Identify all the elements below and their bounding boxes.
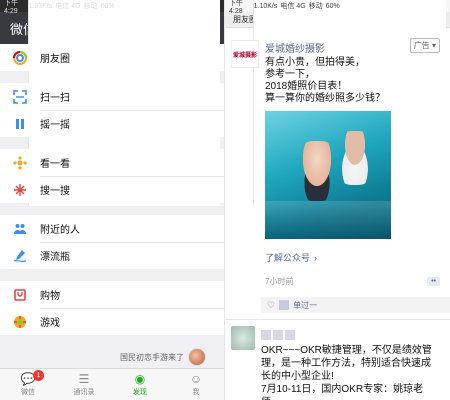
tab-label: 发现 xyxy=(133,388,147,396)
shake-icon xyxy=(12,116,28,132)
likes-names[interactable]: 单过一 xyxy=(293,300,317,311)
tab-contacts[interactable]: ☰ 通讯录 xyxy=(56,369,112,400)
menu-group: 购物 游戏 xyxy=(0,281,224,335)
post-photo[interactable] xyxy=(265,111,391,239)
game-ad[interactable]: 国民初恋手游来了 xyxy=(120,348,206,366)
post-meta: 7小时前 •• xyxy=(265,276,440,287)
contacts-icon: ☰ xyxy=(78,371,90,386)
ad-tag-label: 广告 xyxy=(413,41,430,50)
status-battery: 60% xyxy=(325,2,340,10)
post-time: 7小时前 xyxy=(265,277,294,286)
menu-group: 看一看 搜一搜 xyxy=(0,149,224,203)
moments-icon xyxy=(12,50,28,66)
status-net-speed: 1.10K/s xyxy=(253,2,278,10)
menu-item-games[interactable]: 游戏 xyxy=(0,308,224,335)
menu-group: 扫一扫 摇一摇 xyxy=(0,83,224,137)
chevron-right-icon: › xyxy=(314,252,318,263)
menu-item-label: 摇一摇 xyxy=(40,120,70,131)
blurred-author[interactable] xyxy=(261,330,440,340)
menu-item-scan[interactable]: 扫一扫 xyxy=(0,83,224,110)
menu-item-people-nearby[interactable]: 附近的人 xyxy=(0,215,224,242)
status-mobile: 移动 xyxy=(308,3,323,10)
status-bar: 下午4:29 1.93K/s 电信 4G 移动 60% xyxy=(0,0,224,206)
photo-figure-groom xyxy=(335,131,375,185)
discover-icon: ◉ xyxy=(134,371,146,386)
status-carrier: 电信 4G xyxy=(55,3,81,10)
screenshot-root: 下午4:29 1.93K/s 电信 4G 移动 60% 微信(1) + xyxy=(0,0,450,400)
bottle-icon xyxy=(12,248,28,264)
menu-item-top-stories[interactable]: 看一看 xyxy=(0,149,224,176)
bottom-tab-bar: 💬 1 微信 ☰ 通讯录 ◉ 发现 ☺ 我 xyxy=(0,368,224,400)
top-stories-icon xyxy=(12,155,28,171)
likes-bar: ♡ 单过一 xyxy=(261,297,450,313)
status-time: 下午4:28 xyxy=(229,0,243,15)
tab-label: 通讯录 xyxy=(73,388,95,396)
tab-label: 我 xyxy=(192,388,200,396)
games-icon xyxy=(12,314,28,330)
discover-menu: 朋友圈 扫一扫 摇一摇 看一看 搜一搜 附近的人 漂流瓶 购物 游戏 xyxy=(0,44,224,347)
photo-figure-bride xyxy=(295,141,339,201)
status-net-speed: 1.93K/s xyxy=(28,2,53,10)
status-time: 下午4:29 xyxy=(4,0,18,15)
menu-item-label: 看一看 xyxy=(40,159,70,170)
feed-post: OKR~~~OKR敏捷管理，不仅是绩效管理，是一种工作方法，特别适合快速成长的中… xyxy=(225,320,450,400)
blurred-name xyxy=(279,300,290,310)
menu-item-shopping[interactable]: 购物 xyxy=(0,281,224,308)
menu-item-label: 朋友圈 xyxy=(40,54,70,65)
ad-post: 爱城摄影 爱城婚纱摄影 广告 ▾ 有点小贵，但拍得美， 参考一下， 2018婚照… xyxy=(225,28,450,313)
menu-group: 朋友圈 xyxy=(0,44,224,71)
scan-icon xyxy=(12,89,28,105)
post-avatar[interactable] xyxy=(231,326,255,350)
menu-item-label: 搜一搜 xyxy=(40,186,70,197)
ad-tag-button[interactable]: 广告 ▾ xyxy=(409,38,440,53)
post-text: OKR~~~OKR敏捷管理，不仅是绩效管理，是一种工作方法，特别适合快速成长的中… xyxy=(261,345,432,400)
menu-item-label: 购物 xyxy=(40,291,60,302)
status-battery: 60% xyxy=(100,2,115,10)
learn-more-link[interactable]: 了解公众号 › xyxy=(265,251,440,264)
menu-item-search[interactable]: 搜一搜 xyxy=(0,176,224,203)
tab-discover[interactable]: ◉ 发现 xyxy=(112,369,168,400)
tab-me[interactable]: ☺ 我 xyxy=(168,369,224,400)
post-avatar[interactable]: 爱城摄影 xyxy=(231,40,259,68)
menu-group: 附近的人 漂流瓶 xyxy=(0,215,224,269)
menu-item-label: 游戏 xyxy=(40,318,60,329)
chevron-down-icon: ▾ xyxy=(431,41,436,50)
menu-item-label: 漂流瓶 xyxy=(40,252,70,263)
me-icon: ☺ xyxy=(189,371,203,386)
menu-item-moments[interactable]: 朋友圈 xyxy=(0,44,224,71)
tab-chats[interactable]: 💬 1 微信 xyxy=(0,369,56,400)
unread-badge: 1 xyxy=(33,370,44,381)
status-carrier: 电信 4G xyxy=(280,3,306,10)
menu-item-bottle[interactable]: 漂流瓶 xyxy=(0,242,224,269)
tab-label: 微信 xyxy=(21,388,35,396)
game-ad-text: 国民初恋手游来了 xyxy=(120,352,184,362)
moments-screen: 下午4:28 1.10K/s 电信 4G 移动 60% 朋友圈 爱城摄影 爱城婚… xyxy=(224,0,450,400)
heart-icon: ♡ xyxy=(267,299,276,310)
menu-item-shake[interactable]: 摇一摇 xyxy=(0,110,224,137)
learn-more-label: 了解公众号 xyxy=(265,253,311,263)
game-ad-avatar xyxy=(188,348,206,366)
comment-menu-button[interactable]: •• xyxy=(427,277,440,286)
photo-water xyxy=(265,201,391,239)
discover-screen: 下午4:29 1.93K/s 电信 4G 移动 60% 微信(1) + xyxy=(0,0,224,400)
post-text: 有点小贵，但拍得美， 参考一下， 2018婚照价目表！ 算一算你的婚纱照多少钱？ xyxy=(265,57,385,104)
shopping-icon xyxy=(12,287,28,303)
status-mobile: 移动 xyxy=(83,3,98,10)
people-nearby-icon xyxy=(12,221,28,237)
menu-item-label: 扫一扫 xyxy=(40,93,70,104)
status-bar: 下午4:28 1.10K/s 电信 4G 移动 60% xyxy=(225,0,450,206)
search-discover-icon xyxy=(12,182,28,198)
menu-item-label: 附近的人 xyxy=(40,225,80,236)
